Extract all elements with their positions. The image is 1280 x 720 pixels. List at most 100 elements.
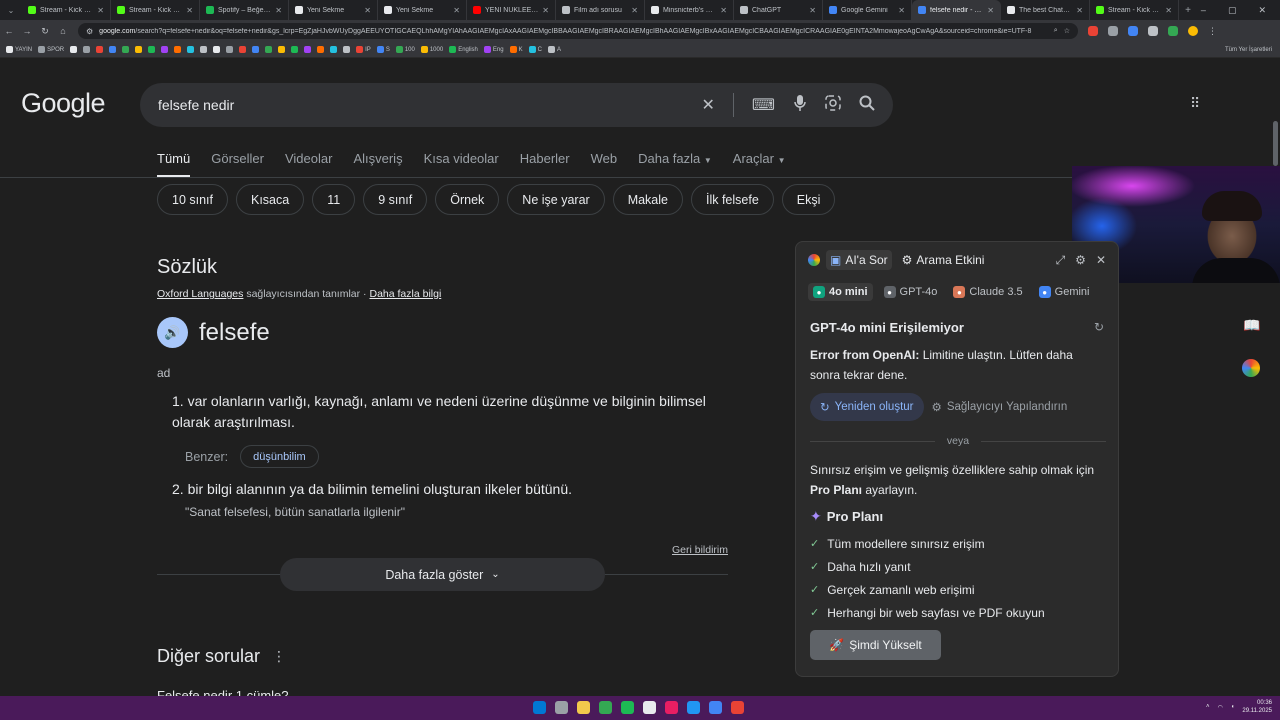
model-option[interactable]: ● GPT-4o bbox=[879, 283, 943, 301]
more-options-icon[interactable]: ⋮ bbox=[272, 648, 286, 665]
bookmark-favicon-icon[interactable] bbox=[83, 46, 91, 53]
bookmark-favicon-icon[interactable] bbox=[343, 46, 351, 53]
close-tab-icon[interactable]: ✕ bbox=[1165, 6, 1172, 15]
extension-icon[interactable] bbox=[1108, 25, 1118, 36]
browser-tab[interactable]: Spotify – Beğenilen ✕ bbox=[200, 0, 289, 20]
taskbar-app-icon[interactable] bbox=[643, 701, 656, 714]
bookmark-favicon-icon[interactable] bbox=[109, 46, 117, 53]
provider-link[interactable]: Oxford Languages bbox=[157, 288, 243, 300]
volume-icon[interactable]: ◖ bbox=[1231, 704, 1235, 710]
bookmark-favicon-icon[interactable] bbox=[161, 46, 169, 53]
refinement-chip[interactable]: Kısaca bbox=[236, 184, 305, 215]
new-tab-button[interactable]: + bbox=[1179, 5, 1197, 16]
filter-tab[interactable]: Daha fazla ▼ bbox=[638, 151, 712, 178]
bookmark-favicon-icon[interactable] bbox=[148, 46, 156, 53]
close-tab-icon[interactable]: ✕ bbox=[720, 6, 727, 15]
tab-search-icon[interactable]: ⌄ bbox=[0, 6, 22, 15]
bookmark-favicon-icon[interactable] bbox=[252, 46, 260, 53]
bookmark-favicon-icon[interactable] bbox=[278, 46, 286, 53]
bookmark-favicon-icon[interactable] bbox=[200, 46, 208, 53]
bookmark-favicon-icon[interactable] bbox=[330, 46, 338, 53]
scrollbar[interactable] bbox=[1273, 121, 1278, 166]
bookmark-favicon-icon[interactable] bbox=[226, 46, 234, 53]
refinement-chip[interactable]: İlk felsefe bbox=[690, 184, 774, 215]
refinement-chip[interactable]: Ekşi bbox=[781, 184, 836, 215]
speaker-icon[interactable]: 🔊 bbox=[157, 317, 188, 348]
bookmark-favicon-icon[interactable] bbox=[265, 46, 273, 53]
model-option[interactable]: ● Claude 3.5 bbox=[948, 283, 1027, 301]
bookmark-favicon-icon[interactable] bbox=[96, 46, 104, 53]
bookmark-favicon-icon[interactable] bbox=[122, 46, 130, 53]
bookmark-item[interactable]: IP bbox=[356, 46, 371, 53]
close-tab-icon[interactable]: ✕ bbox=[97, 6, 104, 15]
browser-tab[interactable]: Stream - Kick Dashb ✕ bbox=[111, 0, 200, 20]
google-apps-icon[interactable]: ⠿ bbox=[1190, 95, 1200, 112]
lens-icon[interactable] bbox=[825, 94, 841, 116]
site-info-icon[interactable]: ⚙ bbox=[86, 27, 93, 36]
model-option[interactable]: ● 4o mini bbox=[808, 283, 873, 301]
bookmark-item[interactable]: Eng bbox=[483, 46, 504, 53]
filter-tab[interactable]: Tümü bbox=[157, 151, 191, 178]
bookmark-favicon-icon[interactable] bbox=[174, 46, 182, 53]
tab-search-enhance[interactable]: ⚙ Arama Etkini bbox=[898, 250, 989, 270]
reading-mode-icon[interactable]: 📖 bbox=[1243, 317, 1260, 334]
maximize-button[interactable]: ▢ bbox=[1228, 5, 1237, 16]
address-bar[interactable]: ⚙ google.com/search?q=felsefe+nedir&oq=f… bbox=[78, 23, 1078, 39]
filter-tab[interactable]: Web bbox=[591, 151, 618, 178]
wifi-icon[interactable]: ◠ bbox=[1218, 704, 1223, 711]
refresh-icon[interactable]: ↻ bbox=[1094, 320, 1104, 334]
extension-icon[interactable] bbox=[1148, 25, 1158, 36]
bookmark-favicon-icon[interactable] bbox=[213, 46, 221, 53]
close-icon[interactable]: ✕ bbox=[1096, 253, 1106, 268]
browser-tab[interactable]: Stream - Kick Dashb ✕ bbox=[1090, 0, 1179, 20]
close-tab-icon[interactable]: ✕ bbox=[898, 6, 905, 15]
bookmark-favicon-icon[interactable] bbox=[291, 46, 299, 53]
filter-tab[interactable]: Kısa videolar bbox=[424, 151, 499, 178]
filter-tab[interactable]: Görseller bbox=[211, 151, 264, 178]
extension-icon[interactable] bbox=[1128, 25, 1138, 36]
refinement-chip[interactable]: 9 sınıf bbox=[363, 184, 428, 215]
bookmark-favicon-icon[interactable] bbox=[70, 46, 78, 53]
browser-tab[interactable]: Yeni Sekme ✕ bbox=[378, 0, 467, 20]
close-tab-icon[interactable]: ✕ bbox=[1076, 6, 1083, 15]
back-button[interactable]: ← bbox=[0, 26, 18, 36]
upgrade-button[interactable]: 🚀 Şimdi Yükselt bbox=[810, 630, 941, 660]
bookmark-item[interactable]: 100 bbox=[395, 46, 415, 53]
bookmark-favicon-icon[interactable] bbox=[239, 46, 247, 53]
close-tab-icon[interactable]: ✕ bbox=[809, 6, 816, 15]
model-option[interactable]: ● Gemini bbox=[1034, 283, 1095, 301]
close-tab-icon[interactable]: ✕ bbox=[186, 6, 193, 15]
show-more-button[interactable]: Daha fazla göster ⌄ bbox=[280, 558, 605, 591]
taskbar-app-icon[interactable] bbox=[709, 701, 722, 714]
close-tab-icon[interactable]: ✕ bbox=[364, 6, 371, 15]
refinement-chip[interactable]: Ne işe yarar bbox=[507, 184, 605, 215]
bookmark-item[interactable]: English bbox=[449, 46, 478, 53]
bookmark-favicon-icon[interactable] bbox=[135, 46, 143, 53]
all-bookmarks[interactable]: Tüm Yer İşaretleri bbox=[1225, 47, 1280, 53]
settings-icon[interactable]: ⚙ bbox=[1075, 253, 1086, 268]
browser-tab[interactable]: Minsnicterb's profil ✕ bbox=[645, 0, 734, 20]
browser-tab[interactable]: felsefe nedir - Goog✕ bbox=[912, 0, 1001, 20]
configure-provider-button[interactable]: ⚙ Sağlayıcıyı Yapılandırın bbox=[932, 400, 1068, 414]
close-tab-icon[interactable]: ✕ bbox=[987, 6, 994, 15]
browser-tab[interactable]: Yeni Sekme ✕ bbox=[289, 0, 378, 20]
search-icon[interactable] bbox=[859, 95, 875, 116]
google-logo[interactable]: Google bbox=[21, 88, 106, 119]
minimize-button[interactable]: – bbox=[1201, 5, 1206, 16]
bookmark-item[interactable]: 1000 bbox=[420, 46, 443, 53]
taskbar-app-icon[interactable] bbox=[555, 701, 568, 714]
close-tab-icon[interactable]: ✕ bbox=[542, 6, 549, 15]
taskbar-app-icon[interactable] bbox=[731, 701, 744, 714]
browser-tab[interactable]: Google Gemini ✕ bbox=[823, 0, 912, 20]
taskbar-app-icon[interactable] bbox=[533, 701, 546, 714]
refinement-chip[interactable]: 10 sınıf bbox=[157, 184, 228, 215]
filter-tab[interactable]: Haberler bbox=[520, 151, 570, 178]
bookmark-favicon-icon[interactable] bbox=[187, 46, 195, 53]
filter-tab[interactable]: Alışveriş bbox=[353, 151, 402, 178]
tab-ask-ai[interactable]: ▣ AI'a Sor bbox=[826, 250, 892, 270]
clock[interactable]: 00:36 29.11.2025 bbox=[1242, 699, 1272, 715]
refinement-chip[interactable]: Makale bbox=[612, 184, 683, 215]
close-tab-icon[interactable]: ✕ bbox=[275, 6, 282, 15]
expand-icon[interactable]: ⤢ bbox=[1056, 253, 1066, 268]
menu-icon[interactable]: ⋮ bbox=[1208, 26, 1217, 37]
